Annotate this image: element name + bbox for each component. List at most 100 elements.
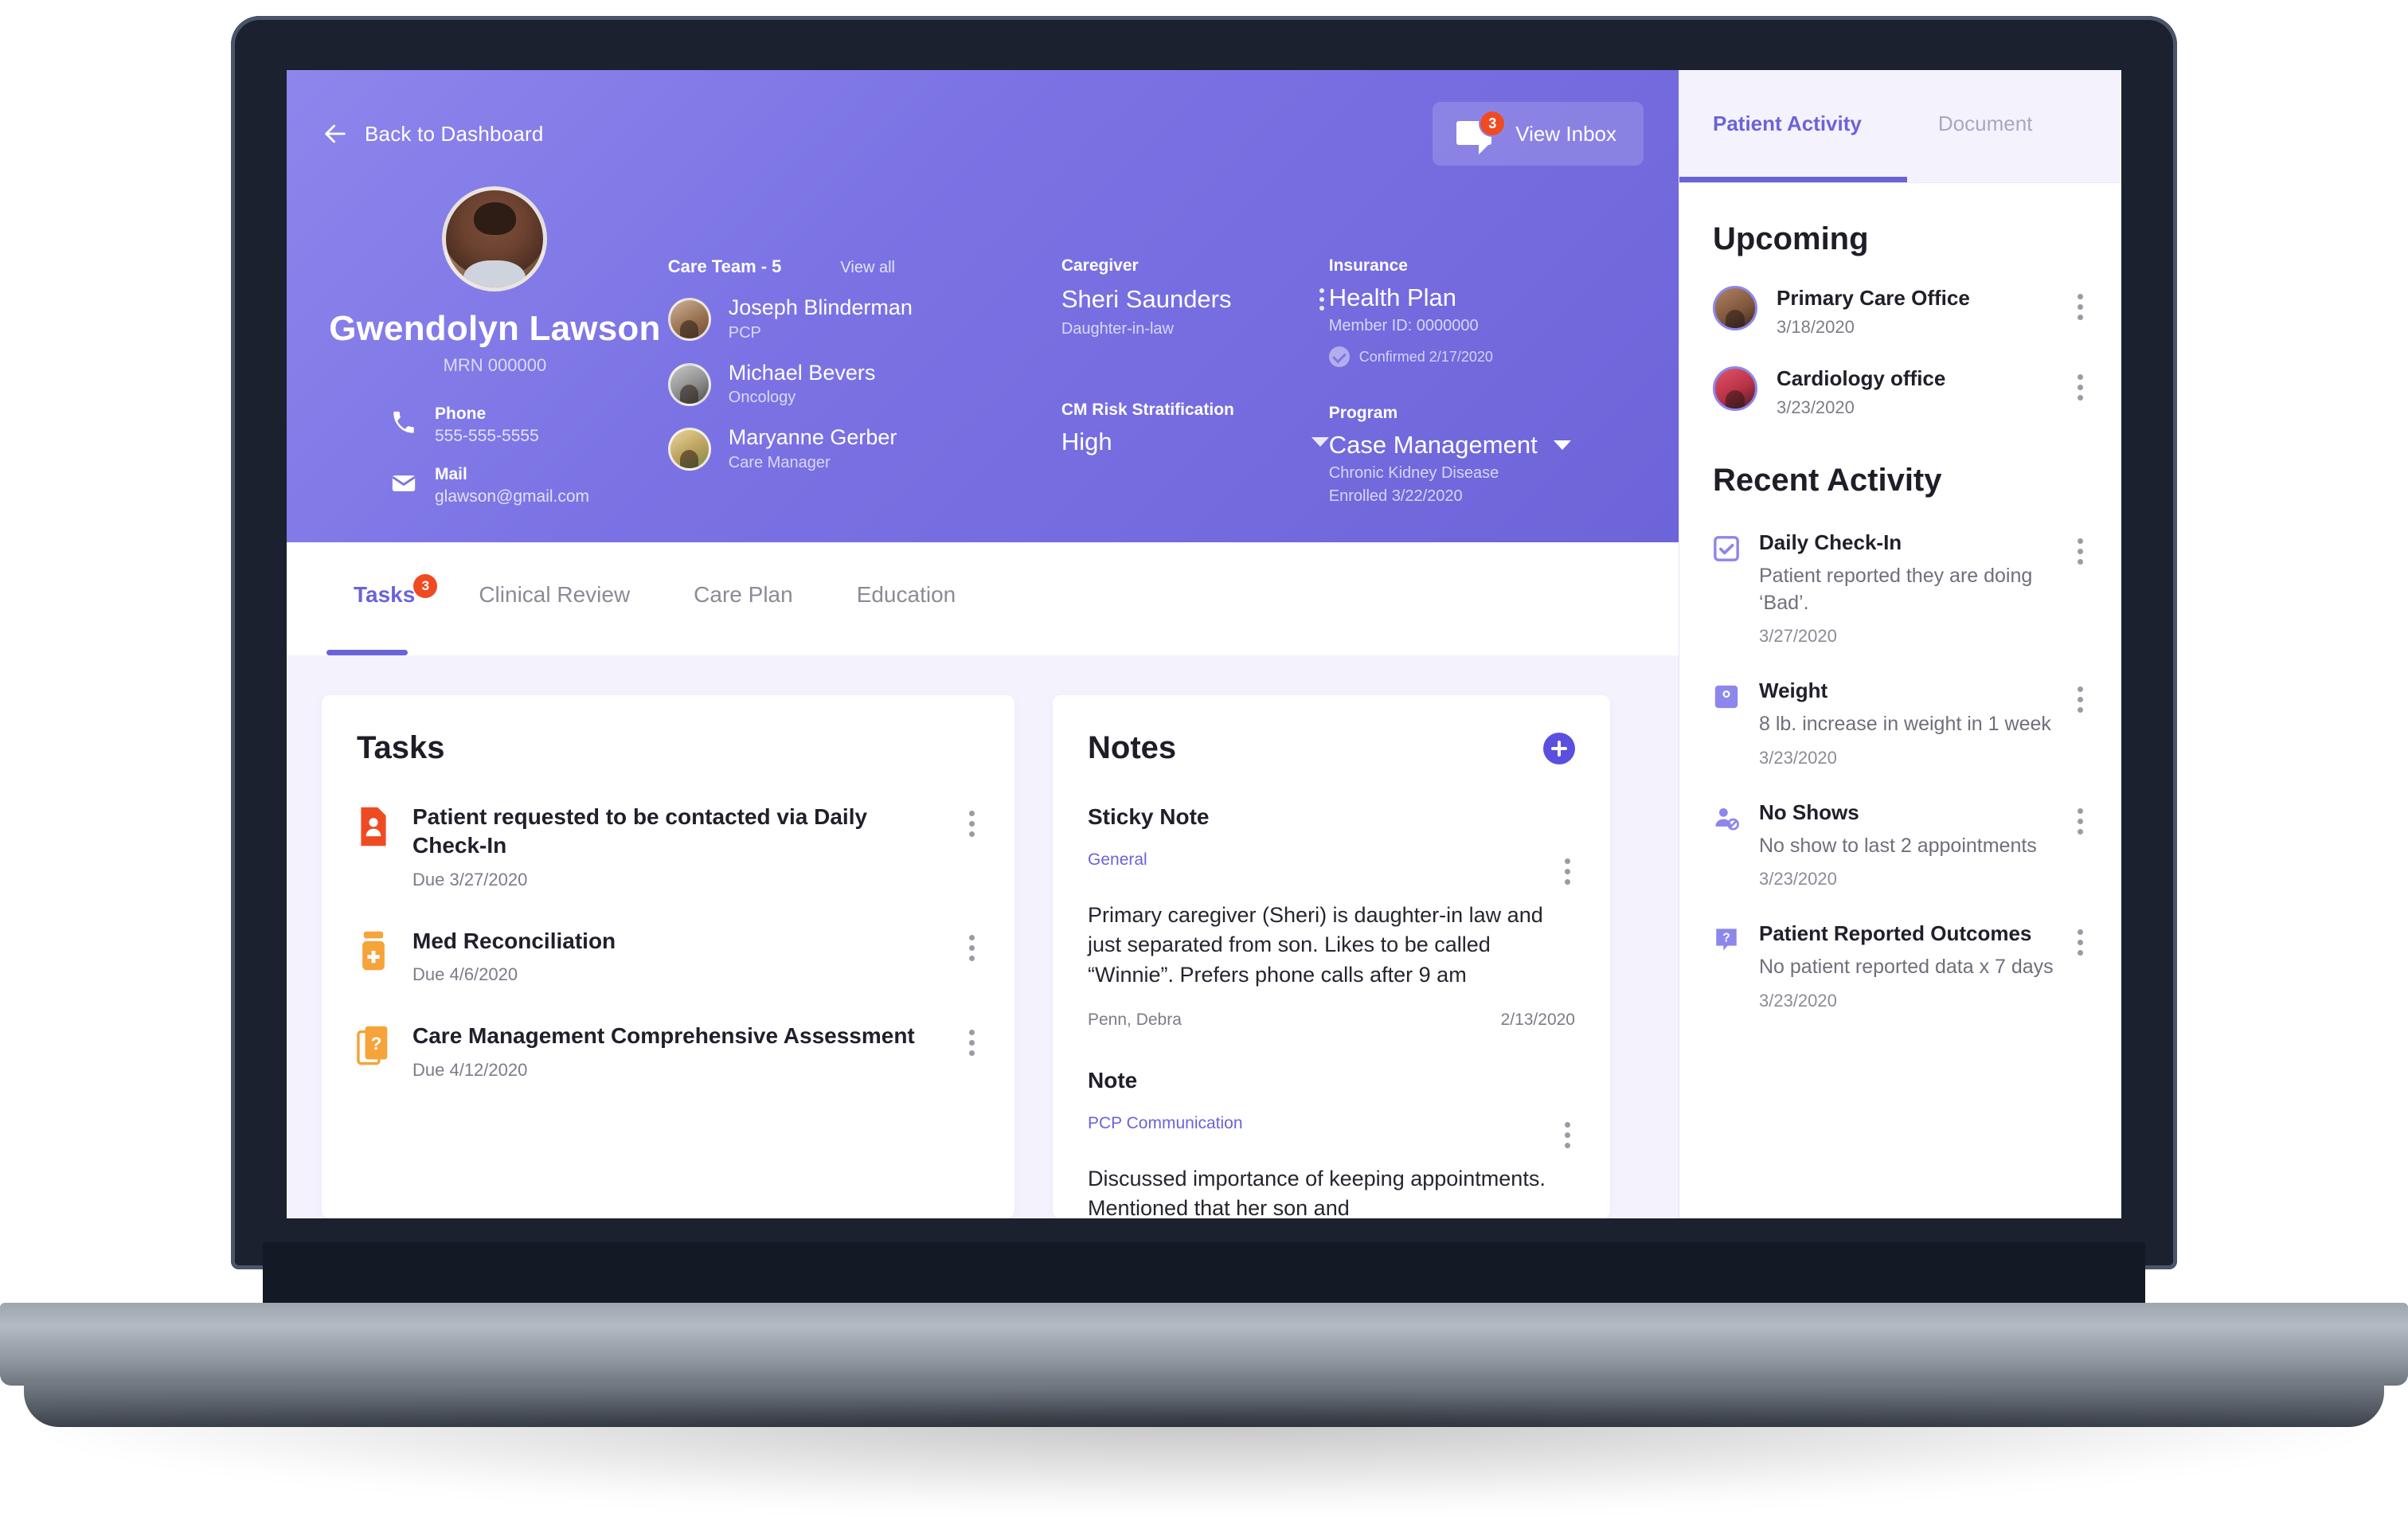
svg-text:?: ?: [1722, 931, 1730, 944]
upcoming-appointment[interactable]: Primary Care Office 3/18/2020: [1713, 286, 2088, 338]
task-row[interactable]: Med Reconciliation Due 4/6/2020: [357, 927, 979, 986]
note-item[interactable]: PCP Communication Discussed importance o…: [1088, 1114, 1575, 1218]
tab-patient-activity[interactable]: Patient Activity: [1713, 70, 1862, 182]
tasks-card-title: Tasks: [357, 730, 445, 765]
patient-photo: [442, 186, 548, 291]
care-team-member-avatar: [667, 297, 711, 341]
arrow-left-icon: [325, 124, 346, 143]
care-team-view-all-link[interactable]: View all: [840, 259, 895, 277]
main-column: Back to Dashboard 3 View Inbox Gwendolyn…: [287, 70, 1679, 1218]
activity-kebab-menu-icon[interactable]: [2073, 925, 2088, 960]
activity-kebab-menu-icon[interactable]: [2073, 682, 2088, 717]
activity-title: No Shows: [1759, 800, 1859, 824]
program-condition: Chronic Kidney Disease: [1328, 464, 1499, 482]
chevron-down-icon: [1311, 437, 1329, 447]
back-to-dashboard-button[interactable]: Back to Dashboard: [322, 120, 544, 147]
tab-clinical-review[interactable]: Clinical Review: [447, 542, 662, 608]
tab-education[interactable]: Education: [825, 542, 988, 608]
view-inbox-label: View Inbox: [1515, 121, 1616, 146]
caregiver-label: Caregiver: [1061, 256, 1139, 275]
task-due-date: Due 3/27/2020: [412, 869, 528, 889]
activity-description: No patient reported data x 7 days: [1759, 956, 2054, 978]
note-kebab-menu-icon[interactable]: [1560, 1117, 1575, 1153]
add-note-button[interactable]: [1543, 732, 1575, 764]
phone-icon: [393, 411, 414, 433]
caregiver-name: Sheri Saunders: [1061, 285, 1232, 313]
activity-date: 3/23/2020: [1759, 747, 1837, 768]
note-author: Penn, Debra: [1088, 1010, 1182, 1029]
note-item[interactable]: General Primary caregiver (Sheri) is dau…: [1088, 850, 1575, 1030]
tasks-card: Tasks Patient requested to be contacted …: [322, 695, 1014, 1218]
insurance-member-id: Member ID: 0000000: [1328, 317, 1479, 334]
contact-mail[interactable]: Mail glawson@gmail.com: [390, 465, 668, 506]
appointment-title: Cardiology office: [1777, 366, 1946, 390]
note-section-heading: Sticky Note: [1088, 804, 1210, 829]
no-show-person-icon: [1715, 807, 1739, 831]
panel-tabs: Patient Activity Document: [1679, 70, 2121, 183]
care-team-member-name: Maryanne Gerber: [728, 425, 897, 450]
activity-kebab-menu-icon[interactable]: [2073, 534, 2088, 569]
view-inbox-button[interactable]: 3 View Inbox: [1433, 102, 1644, 166]
task-row[interactable]: ? Care Management Comprehensive Assessme…: [357, 1022, 979, 1081]
tab-care-plan[interactable]: Care Plan: [662, 542, 825, 608]
upcoming-appointment[interactable]: Cardiology office 3/23/2020: [1713, 366, 2088, 418]
task-kebab-menu-icon[interactable]: [964, 806, 979, 842]
insurance-confirmed: Confirmed 2/17/2020: [1328, 346, 1644, 367]
activity-panel: Patient Activity Document Upcoming Prima…: [1679, 70, 2121, 1218]
check-circle-icon: [1328, 346, 1350, 367]
back-to-dashboard-label: Back to Dashboard: [365, 121, 544, 146]
task-title: Patient requested to be contacted via Da…: [412, 804, 868, 858]
patient-identity: Gwendolyn Lawson MRN 000000 Phone 555-55…: [322, 186, 668, 526]
activity-title: Daily Check-In: [1759, 530, 1902, 554]
care-team-member[interactable]: Joseph Blinderman PCP: [667, 295, 1061, 342]
tab-care-plan-label: Care Plan: [694, 582, 793, 607]
task-kebab-menu-icon[interactable]: [964, 930, 979, 966]
note-tag: PCP Communication: [1088, 1113, 1243, 1132]
program-label: Program: [1328, 404, 1398, 422]
program-value: Case Management: [1328, 431, 1538, 459]
tab-tasks[interactable]: Tasks 3: [322, 542, 447, 608]
activity-date: 3/23/2020: [1759, 990, 1837, 1011]
panel-active-tab-indicator: [1679, 177, 1907, 182]
activity-title: Patient Reported Outcomes: [1759, 921, 2032, 945]
contact-mail-value: glawson@gmail.com: [435, 487, 590, 506]
checkbox-icon: [1714, 536, 1739, 561]
risk-dropdown[interactable]: High: [1061, 428, 1329, 456]
activity-description: Patient reported they are doing ‘Bad’.: [1759, 565, 2033, 614]
header-content: Gwendolyn Lawson MRN 000000 Phone 555-55…: [287, 166, 1679, 526]
task-kebab-menu-icon[interactable]: [964, 1025, 979, 1061]
notes-card-title: Notes: [1088, 730, 1177, 765]
upcoming-title: Upcoming: [1713, 221, 1869, 256]
activity-description: 8 lb. increase in weight in 1 week: [1759, 713, 2051, 735]
note-section-heading: Note: [1088, 1067, 1138, 1093]
insurance-plan: Health Plan: [1328, 283, 1457, 311]
care-team-member-role: PCP: [728, 323, 761, 342]
care-team-member-avatar: [667, 362, 711, 406]
activity-date: 3/27/2020: [1759, 626, 1837, 646]
tab-document[interactable]: Document: [1938, 70, 2033, 182]
question-bubble-icon: ?: [1716, 929, 1737, 951]
caregiver-kebab-menu-icon[interactable]: [1315, 283, 1329, 315]
note-kebab-menu-icon[interactable]: [1560, 854, 1575, 889]
care-team-section: Care Team - 5 View all Joseph Blinderman…: [667, 186, 1061, 526]
recent-activity-title: Recent Activity: [1713, 463, 1942, 498]
activity-item[interactable]: ? Patient Reported Outcomes No patient r…: [1713, 921, 2088, 1011]
activity-kebab-menu-icon[interactable]: [2073, 803, 2088, 839]
tab-clinical-review-label: Clinical Review: [479, 582, 631, 607]
caregiver-relation: Daughter-in-law: [1061, 320, 1174, 338]
appointment-kebab-menu-icon[interactable]: [2073, 289, 2088, 325]
patient-contacts: Phone 555-555-5555 Mail glawson@gmail.co…: [322, 405, 668, 526]
activity-item[interactable]: No Shows No show to last 2 appointments …: [1713, 800, 2088, 890]
care-team-member[interactable]: Michael Bevers Oncology: [667, 361, 1061, 408]
task-row[interactable]: Patient requested to be contacted via Da…: [357, 803, 979, 890]
task-title: Med Reconciliation: [412, 928, 616, 953]
activity-item[interactable]: Daily Check-In Patient reported they are…: [1713, 530, 2088, 647]
contact-mail-label: Mail: [435, 465, 467, 483]
appointment-kebab-menu-icon[interactable]: [2073, 369, 2088, 405]
care-team-member[interactable]: Maryanne Gerber Care Manager: [667, 425, 1061, 472]
contact-phone[interactable]: Phone 555-555-5555: [390, 405, 668, 446]
contact-phone-label: Phone: [435, 405, 487, 423]
activity-item[interactable]: Weight 8 lb. increase in weight in 1 wee…: [1713, 678, 2088, 768]
program-dropdown[interactable]: Case Management: [1329, 431, 1644, 459]
task-due-date: Due 4/12/2020: [412, 1060, 528, 1081]
